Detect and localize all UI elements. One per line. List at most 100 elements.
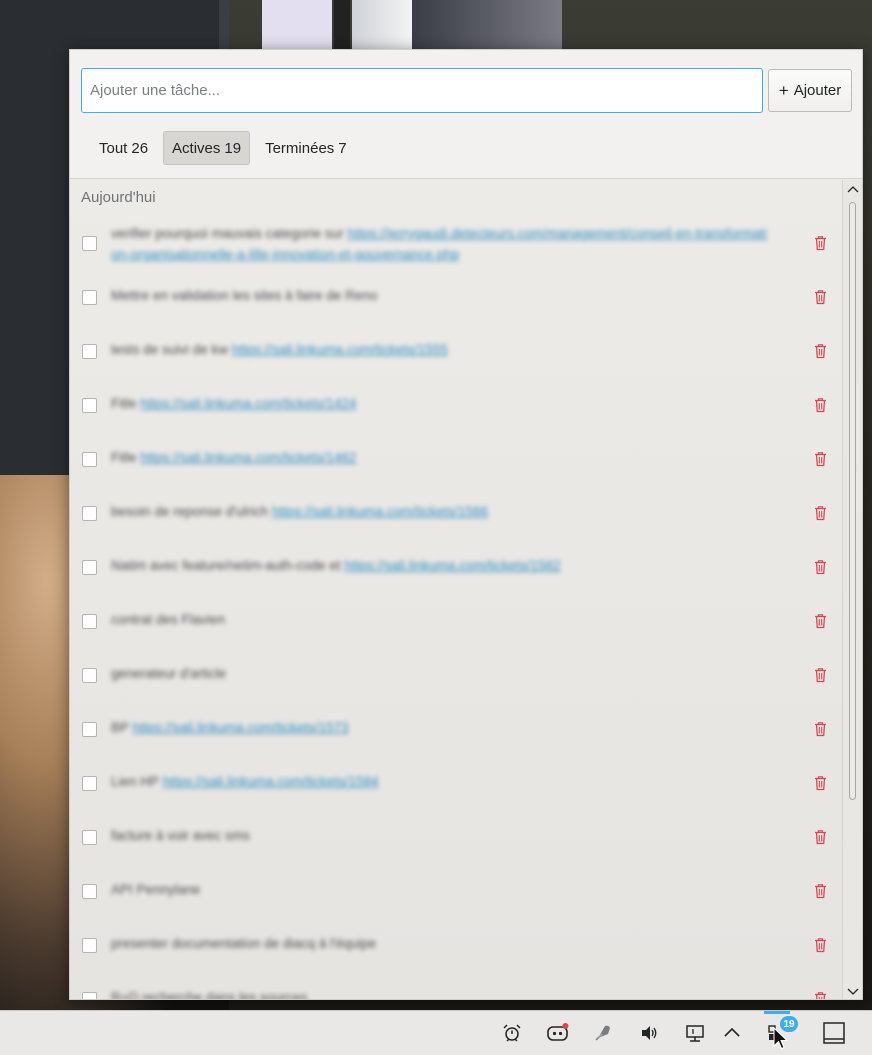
filter-tabs: Tout 26 Actives 19 Terminées 7	[90, 131, 356, 165]
popup-header: + Ajouter Tout 26 Actives 19 Terminées 7	[70, 50, 862, 179]
chevron-up-icon[interactable]	[721, 1022, 743, 1044]
scroll-down-icon[interactable]	[846, 985, 860, 997]
delete-task-icon[interactable]	[813, 343, 828, 359]
task-label: R+D recherche dans les sources	[111, 990, 308, 1000]
task-label: generateur d'article	[111, 666, 227, 681]
network-icon[interactable]	[684, 1022, 706, 1044]
task-text: Mettre en validation les sites à faire d…	[111, 285, 771, 306]
task-checkbox[interactable]	[82, 290, 97, 305]
wallpaper-detail	[334, 0, 350, 50]
task-text: presenter documentation de diacq à l'équ…	[111, 933, 771, 954]
delete-task-icon[interactable]	[813, 397, 828, 413]
tab-active-label: Actives	[172, 139, 221, 157]
delete-task-icon[interactable]	[813, 451, 828, 467]
mouse-cursor-icon	[773, 1027, 789, 1050]
delete-task-icon[interactable]	[813, 559, 828, 575]
task-checkbox[interactable]	[82, 398, 97, 413]
wallpaper-detail	[412, 0, 562, 50]
scrollbar[interactable]	[842, 180, 862, 999]
section-heading: Aujourd'hui	[81, 189, 156, 206]
task-link[interactable]: https://sali.linkuma.com/tickets/1584	[163, 774, 379, 789]
task-checkbox[interactable]	[82, 560, 97, 575]
tab-all-count: 26	[131, 139, 149, 157]
alarm-clock-icon[interactable]	[501, 1022, 523, 1044]
todo-popup: + Ajouter Tout 26 Actives 19 Terminées 7…	[69, 49, 863, 1000]
add-task-button-label: Ajouter	[793, 82, 842, 99]
task-text: BP https://sali.linkuma.com/tickets/1573	[111, 717, 771, 738]
task-link[interactable]: https://sali.linkuma.com/tickets/1573	[133, 720, 349, 735]
task-label: verifier pourquoi mauvais categorie sur	[111, 226, 344, 241]
active-indicator	[764, 1011, 790, 1014]
task-label: besoin de reponse d'ulrich	[111, 504, 269, 519]
task-checkbox[interactable]	[82, 776, 97, 791]
scroll-thumb[interactable]	[849, 202, 856, 800]
task-text: Fitle https://sali.linkuma.com/tickets/1…	[111, 393, 771, 414]
discord-icon[interactable]	[546, 1022, 570, 1044]
tab-completed-label: Terminées	[265, 139, 335, 157]
add-task-input[interactable]	[81, 68, 763, 113]
task-label: presenter documentation de diacq à l'équ…	[111, 936, 377, 951]
delete-task-icon[interactable]	[813, 721, 828, 737]
task-link[interactable]: https://sali.linkuma.com/tickets/1582	[344, 558, 560, 573]
task-text: Lien HP https://sali.linkuma.com/tickets…	[111, 771, 771, 792]
add-task-button[interactable]: + Ajouter	[768, 69, 852, 112]
delete-task-icon[interactable]	[813, 613, 828, 629]
task-label: tests de suivi de kw	[111, 342, 229, 357]
task-text: tests de suivi de kw https://sali.linkum…	[111, 339, 771, 360]
task-link[interactable]: https://sali.linkuma.com/tickets/1555	[232, 342, 448, 357]
volume-icon[interactable]	[638, 1022, 660, 1044]
taskbar: 19	[0, 1010, 872, 1055]
task-text: R+D recherche dans les sources	[111, 987, 771, 1000]
tab-all[interactable]: Tout 26	[90, 131, 157, 165]
delete-task-icon[interactable]	[813, 991, 828, 1000]
delete-task-icon[interactable]	[813, 775, 828, 791]
task-checkbox[interactable]	[82, 506, 97, 521]
task-text: contrat des Flavien	[111, 609, 771, 630]
task-label: BP	[111, 720, 129, 735]
task-label: Fitle	[111, 450, 137, 465]
delete-task-icon[interactable]	[813, 883, 828, 899]
wallpaper-detail	[262, 0, 332, 50]
task-checkbox[interactable]	[82, 668, 97, 683]
task-checkbox[interactable]	[82, 614, 97, 629]
task-checkbox[interactable]	[82, 938, 97, 953]
delete-task-icon[interactable]	[813, 289, 828, 305]
tab-active[interactable]: Actives 19	[163, 131, 251, 165]
task-label: Lien HP	[111, 774, 159, 789]
task-text: Fitle https://sali.linkuma.com/tickets/1…	[111, 447, 771, 468]
task-label: facture à voir avec sms	[111, 828, 250, 843]
wallpaper-detail	[352, 0, 412, 50]
task-checkbox[interactable]	[82, 884, 97, 899]
task-checkbox[interactable]	[82, 344, 97, 359]
rocket-icon[interactable]	[592, 1022, 614, 1044]
delete-task-icon[interactable]	[813, 235, 828, 251]
tab-completed[interactable]: Terminées 7	[256, 131, 356, 165]
delete-task-icon[interactable]	[813, 505, 828, 521]
tab-active-count: 19	[224, 139, 242, 157]
task-label: API Pennylane	[111, 882, 201, 897]
task-checkbox[interactable]	[82, 452, 97, 467]
show-desktop-icon[interactable]	[822, 1021, 846, 1045]
task-checkbox[interactable]	[82, 236, 97, 251]
delete-task-icon[interactable]	[813, 829, 828, 845]
task-checkbox[interactable]	[82, 722, 97, 737]
task-text: Natim avec feature/netim-auth-code et ht…	[111, 555, 771, 576]
task-text: verifier pourquoi mauvais categorie sur …	[111, 223, 771, 265]
task-link[interactable]: https://sali.linkuma.com/tickets/1424	[140, 396, 356, 411]
task-checkbox[interactable]	[82, 992, 97, 999]
task-text: generateur d'article	[111, 663, 771, 684]
task-label: Mettre en validation les sites à faire d…	[111, 288, 378, 303]
delete-task-icon[interactable]	[813, 937, 828, 953]
task-label: contrat des Flavien	[111, 612, 226, 627]
task-text: facture à voir avec sms	[111, 825, 771, 846]
task-link[interactable]: https://sali.linkuma.com/tickets/1462	[140, 450, 356, 465]
task-list: Aujourd'hui verifier pourquoi mauvais ca…	[70, 180, 862, 1000]
delete-task-icon[interactable]	[813, 667, 828, 683]
task-checkbox[interactable]	[82, 830, 97, 845]
task-text: API Pennylane	[111, 879, 771, 900]
task-link[interactable]: https://sali.linkuma.com/tickets/1566	[272, 504, 488, 519]
plus-icon: +	[778, 81, 789, 100]
tab-completed-count: 7	[338, 139, 347, 157]
scroll-up-icon[interactable]	[846, 184, 860, 196]
task-label: Fitle	[111, 396, 137, 411]
